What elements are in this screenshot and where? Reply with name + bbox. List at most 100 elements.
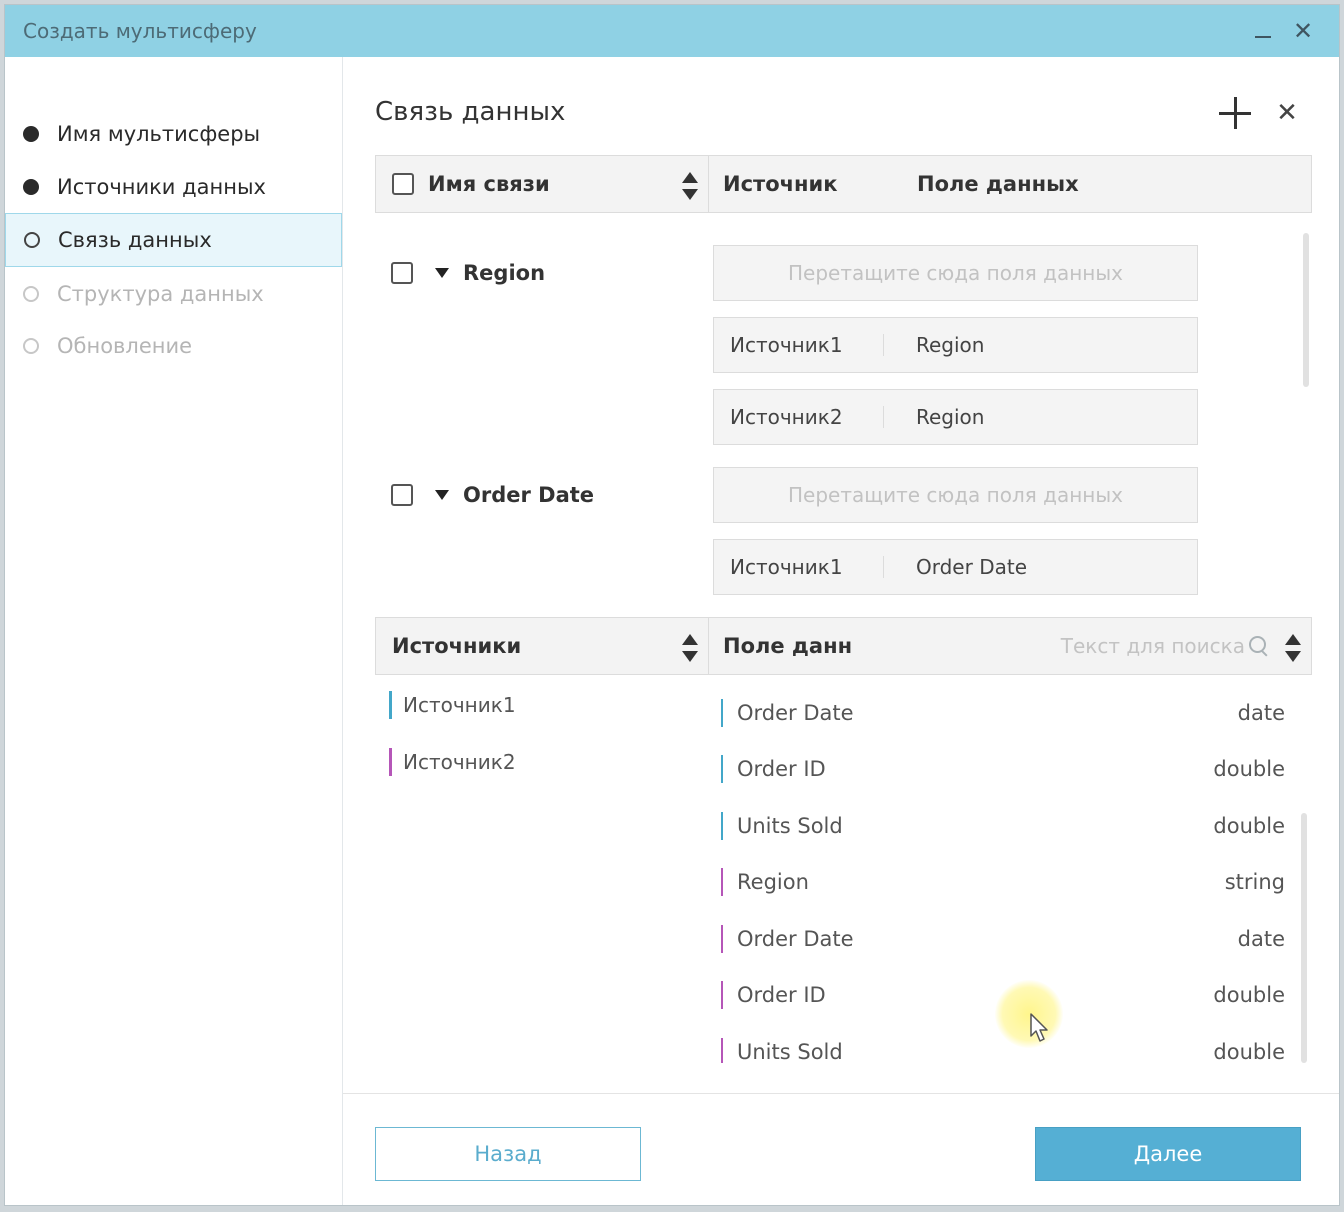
relation-order-date[interactable]: Order Date — [391, 483, 594, 507]
field-row[interactable]: Units Sold double — [719, 1038, 1285, 1063]
relation-region[interactable]: Region — [391, 261, 545, 285]
field-name: Region — [737, 870, 809, 894]
drop-zone[interactable]: Перетащите сюда поля данных — [713, 245, 1198, 301]
field-name: Order ID — [737, 757, 826, 781]
collapse-triangle-icon[interactable] — [435, 490, 449, 500]
relation-name: Region — [463, 261, 546, 285]
step-label: Структура данных — [57, 282, 264, 306]
select-all-checkbox[interactable] — [392, 173, 414, 195]
field-type: date — [1237, 927, 1285, 951]
search-icon[interactable] — [1249, 636, 1269, 656]
field-name: Units Sold — [737, 814, 843, 838]
relation-link-item[interactable]: Источник1 Region — [713, 317, 1198, 373]
source-item[interactable]: Источник1 — [389, 691, 516, 719]
column-header-label: Поле данных — [917, 172, 1079, 196]
step-current-icon — [24, 232, 40, 248]
field-type: string — [1224, 870, 1285, 894]
field-row[interactable]: Region string — [719, 868, 1285, 896]
fields-column[interactable]: Поле данн Текст для поиска — [709, 618, 1311, 674]
step-data-link[interactable]: Связь данных — [5, 213, 342, 267]
source-color-marker — [721, 755, 723, 783]
column-header-label: Поле данн — [723, 634, 853, 658]
footer-divider — [343, 1093, 1339, 1094]
source-color-marker — [721, 981, 723, 1009]
source-color-marker — [721, 868, 723, 896]
drop-zone[interactable]: Перетащите сюда поля данных — [713, 467, 1198, 523]
field-row[interactable]: Units Sold double — [719, 812, 1285, 840]
step-label: Источники данных — [57, 175, 266, 199]
window-title: Создать мультисферу — [23, 19, 257, 43]
relation-link-item[interactable]: Источник2 Region — [713, 389, 1198, 445]
window-close-button[interactable]: ✕ — [1283, 11, 1323, 51]
link-field: Region — [916, 405, 985, 429]
relations-scrollbar[interactable] — [1303, 233, 1309, 387]
step-data-sources[interactable]: Источники данных — [5, 160, 342, 214]
relation-checkbox[interactable] — [391, 484, 413, 506]
link-field: Region — [916, 333, 985, 357]
field-name: Order Date — [737, 701, 854, 725]
field-row[interactable]: Order Date date — [719, 699, 1285, 727]
step-data-structure[interactable]: Структура данных — [5, 267, 342, 321]
collapse-triangle-icon[interactable] — [435, 268, 449, 278]
link-source: Источник2 — [714, 406, 884, 428]
fields-scrollbar[interactable] — [1301, 813, 1307, 1063]
wizard-steps: Имя мультисферы Источники данных Связь д… — [5, 57, 343, 1205]
page-title: Связь данных — [375, 97, 566, 127]
field-search[interactable]: Текст для поиска — [1061, 634, 1269, 658]
sources-column[interactable]: Источники — [376, 618, 708, 674]
field-type: double — [1213, 814, 1285, 838]
create-multisphere-dialog: Создать мультисферу ✕ Имя мультисферы Ис… — [4, 4, 1340, 1206]
step-pending-icon — [23, 338, 39, 354]
sort-icon[interactable] — [1285, 634, 1301, 662]
step-done-icon — [23, 179, 39, 195]
title-bar: Создать мультисферу ✕ — [5, 5, 1339, 57]
main-panel: Связь данных ✕ Имя связи Источник Поле д… — [343, 57, 1339, 1205]
search-input[interactable]: Текст для поиска — [1061, 634, 1245, 658]
source-color-marker — [721, 699, 723, 727]
sources-fields-header: Источники Поле данн Текст для поиска — [375, 617, 1312, 675]
step-done-icon — [23, 126, 39, 142]
minimize-button[interactable] — [1243, 11, 1283, 51]
next-button[interactable]: Далее — [1035, 1127, 1301, 1181]
source-color-marker — [721, 925, 723, 953]
relation-link-item[interactable]: Источник1 Order Date — [713, 539, 1198, 595]
relations-table-header: Имя связи Источник Поле данных — [375, 155, 1312, 213]
sort-icon[interactable] — [682, 634, 698, 662]
link-source: Источник1 — [714, 334, 884, 356]
field-name: Units Sold — [737, 1040, 843, 1063]
step-label: Обновление — [57, 334, 193, 358]
source-color-marker — [721, 1038, 723, 1063]
field-type: double — [1213, 1040, 1285, 1063]
column-header-label: Источник — [723, 172, 838, 196]
link-field: Order Date — [916, 555, 1027, 579]
step-multisphere-name[interactable]: Имя мультисферы — [5, 107, 342, 161]
relation-checkbox[interactable] — [391, 262, 413, 284]
relations-list: Region Перетащите сюда поля данных Источ… — [375, 229, 1312, 599]
sort-icon[interactable] — [682, 172, 698, 200]
step-pending-icon — [23, 286, 39, 302]
relation-name-column[interactable]: Имя связи — [376, 156, 708, 212]
minimize-icon — [1255, 36, 1271, 38]
source-color-marker — [721, 812, 723, 840]
back-button[interactable]: Назад — [375, 1127, 641, 1181]
step-label: Имя мультисферы — [57, 122, 261, 146]
field-type: date — [1237, 701, 1285, 725]
close-icon: ✕ — [1292, 17, 1314, 45]
field-row[interactable]: Order ID double — [719, 981, 1285, 1009]
field-name: Order ID — [737, 983, 826, 1007]
data-field-column: Поле данных — [903, 156, 1079, 212]
field-type: double — [1213, 983, 1285, 1007]
relation-name: Order Date — [463, 483, 595, 507]
column-header-label: Имя связи — [428, 172, 550, 196]
column-header-label: Источники — [392, 634, 522, 658]
add-relation-button[interactable] — [1215, 93, 1255, 133]
link-source: Источник1 — [714, 556, 884, 578]
remove-relation-button[interactable]: ✕ — [1271, 97, 1303, 129]
step-update[interactable]: Обновление — [5, 319, 342, 373]
field-row[interactable]: Order ID double — [719, 755, 1285, 783]
data-field-list: Order Date date Order ID double Units So… — [719, 683, 1309, 1063]
step-label: Связь данных — [58, 228, 212, 252]
field-row[interactable]: Order Date date — [719, 925, 1285, 953]
source-column: Источник — [709, 156, 903, 212]
source-item[interactable]: Источник2 — [389, 748, 516, 776]
